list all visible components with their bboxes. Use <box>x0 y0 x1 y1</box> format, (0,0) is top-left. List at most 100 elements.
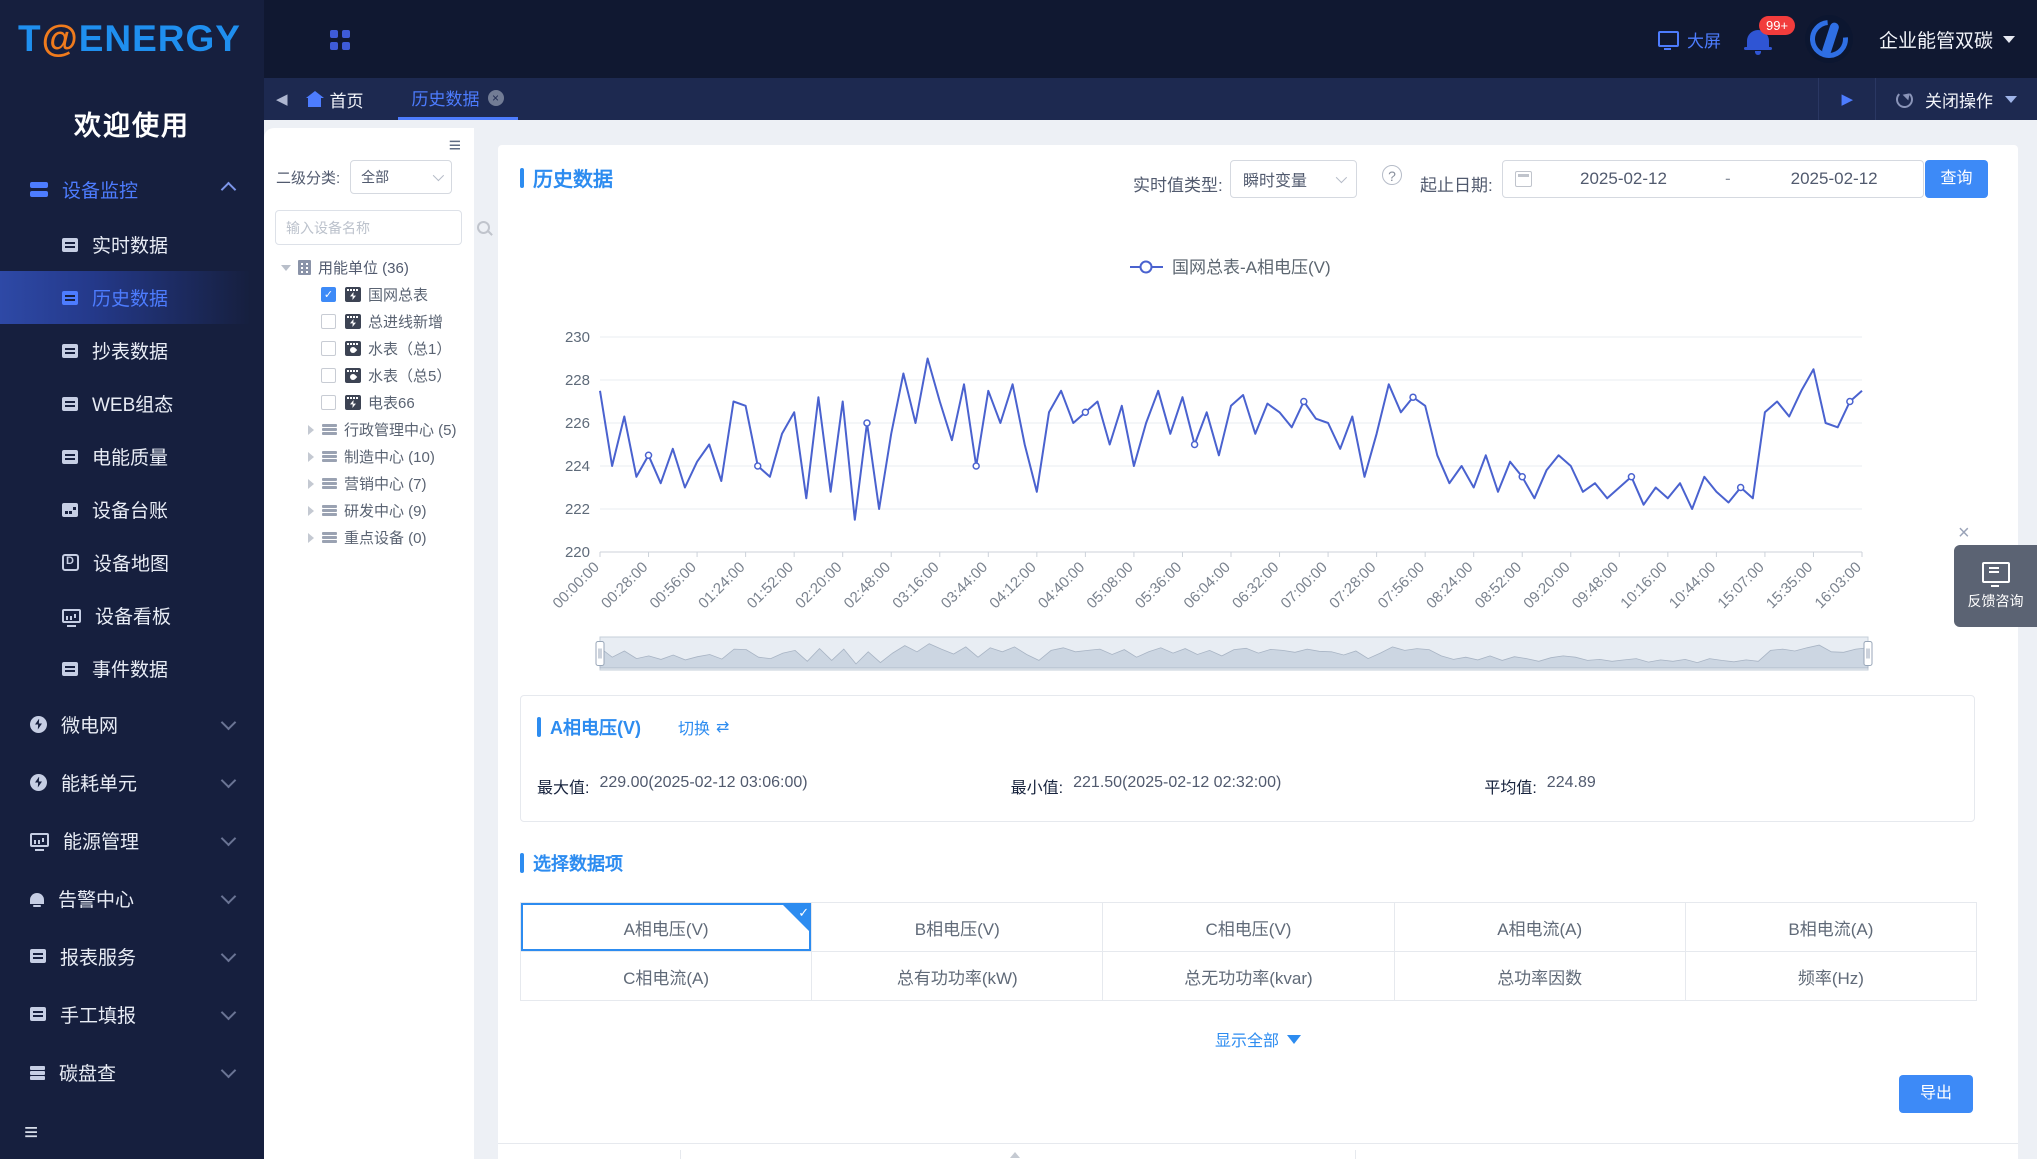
tlayers-icon <box>322 532 337 535</box>
sidebar-item-4[interactable]: WEB组态 <box>0 377 264 430</box>
search-input[interactable] <box>276 220 477 236</box>
sidebar-item-label: 电能质量 <box>92 443 168 470</box>
sidebar-item-1[interactable]: 实时数据 <box>0 218 264 271</box>
y-axis-label: 220 <box>565 544 590 561</box>
sidebar-item-5[interactable]: 电能质量 <box>0 430 264 483</box>
sidebar-item-16[interactable]: 碳盘查 <box>0 1043 264 1101</box>
sidebar-item-9[interactable]: 事件数据 <box>0 642 264 695</box>
data-item-3[interactable]: A相电流(A) <box>1395 903 1685 951</box>
x-axis-label: 04:40:00 <box>1035 559 1088 612</box>
x-axis-label: 07:00:00 <box>1278 559 1331 612</box>
tree-item-9[interactable]: 研发中心 (9) <box>264 497 474 524</box>
sidebar-item-10[interactable]: 微电网 <box>0 695 264 753</box>
data-item-9[interactable]: 频率(Hz) <box>1686 952 1976 1000</box>
checkbox-unchecked[interactable] <box>321 395 336 410</box>
tab-history-data[interactable]: 历史数据 × <box>398 78 518 120</box>
welcome-text: 欢迎使用 <box>0 104 264 143</box>
query-button[interactable]: 查询 <box>1925 160 1988 198</box>
date-range-picker[interactable]: 2025-02-12 - 2025-02-12 <box>1502 160 1924 198</box>
x-axis-label: 02:48:00 <box>841 559 894 612</box>
caret-right-icon[interactable] <box>308 506 314 516</box>
data-item-7[interactable]: 总无功功率(kvar) <box>1103 952 1393 1000</box>
slider-handle[interactable] <box>1864 642 1872 666</box>
sidebar-item-6[interactable]: 设备台账 <box>0 483 264 536</box>
caret-down-icon[interactable] <box>281 265 291 271</box>
x-axis-label: 08:24:00 <box>1423 559 1476 612</box>
show-all-button[interactable]: 显示全部 <box>498 1027 2018 1051</box>
datazoom-slider[interactable] <box>596 637 1872 670</box>
selector-header: 选择数据项 <box>520 850 623 876</box>
close-operations-dropdown[interactable]: 关闭操作 <box>1876 78 2037 120</box>
slider-handle[interactable] <box>596 642 604 666</box>
sidebar-item-7[interactable]: 设备地图 <box>0 536 264 589</box>
data-item-8[interactable]: 总功率因数 <box>1395 952 1685 1000</box>
chart-legend[interactable]: 国网总表-A相电压(V) <box>1130 258 1331 277</box>
bottom-table <box>498 1143 2018 1159</box>
data-item-label: C相电压(V) <box>1206 915 1292 940</box>
apps-grid-icon[interactable] <box>330 30 338 38</box>
caret-right-icon[interactable] <box>308 479 314 489</box>
tree-item-6[interactable]: 行政管理中心 (5) <box>264 416 474 443</box>
help-icon[interactable]: ? <box>1382 165 1402 185</box>
sidebar-item-14[interactable]: 报表服务 <box>0 927 264 985</box>
data-item-5[interactable]: C相电流(A) <box>521 952 811 1000</box>
export-button[interactable]: 导出 <box>1899 1075 1973 1113</box>
category-row: 二级分类: 全部 <box>276 160 452 194</box>
x-axis-label: 16:03:00 <box>1812 559 1865 612</box>
tree-item-2[interactable]: 总进线新增 <box>264 308 474 335</box>
caret-right-icon[interactable] <box>308 452 314 462</box>
servers-icon <box>30 182 48 197</box>
checkbox-checked[interactable]: ✓ <box>321 287 336 302</box>
tab-home[interactable]: 首页 <box>300 78 384 120</box>
caret-right-icon[interactable] <box>308 425 314 435</box>
data-item-6[interactable]: 总有功功率(kW) <box>812 952 1102 1000</box>
tree-item-8[interactable]: 营销中心 (7) <box>264 470 474 497</box>
checkbox-unchecked[interactable] <box>321 314 336 329</box>
checkbox-unchecked[interactable] <box>321 368 336 383</box>
caret-right-icon[interactable] <box>308 533 314 543</box>
date-end: 2025-02-12 <box>1791 169 1878 189</box>
meter-water-icon <box>345 341 361 356</box>
sidebar-item-11[interactable]: 能耗单元 <box>0 753 264 811</box>
content-area: ≡ 二级分类: 全部 用能单位 (36)✓国网总表总进线新增水表（总1）水表（总… <box>264 120 2037 1159</box>
realtime-type-select[interactable]: 瞬时变量 <box>1230 160 1357 198</box>
back-icon: ◀ <box>276 90 288 108</box>
checkbox-unchecked[interactable] <box>321 341 336 356</box>
nav-back-button[interactable]: ◀ <box>264 78 300 120</box>
data-item-4[interactable]: B相电流(A) <box>1686 903 1976 951</box>
data-item-0[interactable]: A相电压(V)✓ <box>521 903 811 951</box>
nav-forward-button[interactable]: ▶ <box>1818 78 1876 120</box>
tree-item-3[interactable]: 水表（总1） <box>264 335 474 362</box>
feedback-close-icon[interactable]: × <box>1958 522 1970 545</box>
tree-item-0[interactable]: 用能单位 (36) <box>264 254 474 281</box>
tlayers-icon <box>322 451 337 454</box>
category-select[interactable]: 全部 <box>350 160 452 194</box>
sidebar-item-0[interactable]: 设备监控 <box>0 160 264 218</box>
sidebar-item-13[interactable]: 告警中心 <box>0 869 264 927</box>
y-axis-label: 222 <box>565 501 590 518</box>
sidebar-item-3[interactable]: 抄表数据 <box>0 324 264 377</box>
big-screen-button[interactable]: 大屏 <box>1658 27 1721 52</box>
sidebar-item-12[interactable]: 能源管理 <box>0 811 264 869</box>
tree-item-7[interactable]: 制造中心 (10) <box>264 443 474 470</box>
collapse-sidebar-button[interactable]: ≡ <box>24 1121 38 1145</box>
avatar[interactable] <box>1805 15 1853 63</box>
refresh-icon[interactable] <box>1896 91 1913 108</box>
sidebar-item-2[interactable]: 历史数据 <box>0 271 264 324</box>
tree-item-1[interactable]: ✓国网总表 <box>264 281 474 308</box>
notifications-button[interactable]: 99+ <box>1747 30 1769 48</box>
logo-t: T <box>18 18 42 59</box>
org-dropdown[interactable]: 企业能管双碳 <box>1879 26 2015 53</box>
y-axis-label: 230 <box>565 329 590 346</box>
panel-menu-icon[interactable]: ≡ <box>449 134 461 158</box>
data-item-1[interactable]: B相电压(V) <box>812 903 1102 951</box>
feedback-button[interactable]: 反馈咨询 <box>1954 545 2037 627</box>
sidebar-item-15[interactable]: 手工填报 <box>0 985 264 1043</box>
switch-metric-button[interactable]: 切换 <box>678 715 729 739</box>
tree-item-10[interactable]: 重点设备 (0) <box>264 524 474 551</box>
sidebar-item-8[interactable]: 设备看板 <box>0 589 264 642</box>
tree-item-4[interactable]: 水表（总5） <box>264 362 474 389</box>
tree-item-5[interactable]: 电表66 <box>264 389 474 416</box>
data-item-2[interactable]: C相电压(V) <box>1103 903 1393 951</box>
tab-close-icon[interactable]: × <box>488 90 504 106</box>
